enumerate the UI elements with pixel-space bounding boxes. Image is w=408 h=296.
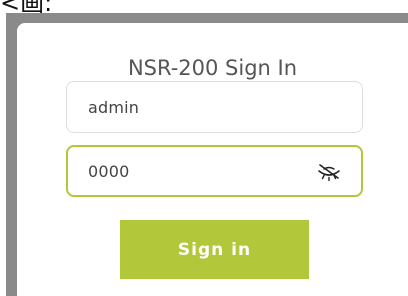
login-panel-frame: NSR-200 Sign In admin 0000 Sign in [6, 13, 408, 296]
username-field[interactable]: admin [66, 81, 363, 133]
password-field[interactable]: 0000 [66, 145, 363, 197]
username-value: admin [88, 97, 140, 117]
login-title: NSR-200 Sign In [127, 56, 298, 80]
eye-slash-icon[interactable] [316, 160, 342, 182]
sign-in-button[interactable]: Sign in [120, 220, 309, 279]
login-card: NSR-200 Sign In admin 0000 Sign in [17, 23, 408, 296]
password-value: 0000 [88, 161, 130, 181]
